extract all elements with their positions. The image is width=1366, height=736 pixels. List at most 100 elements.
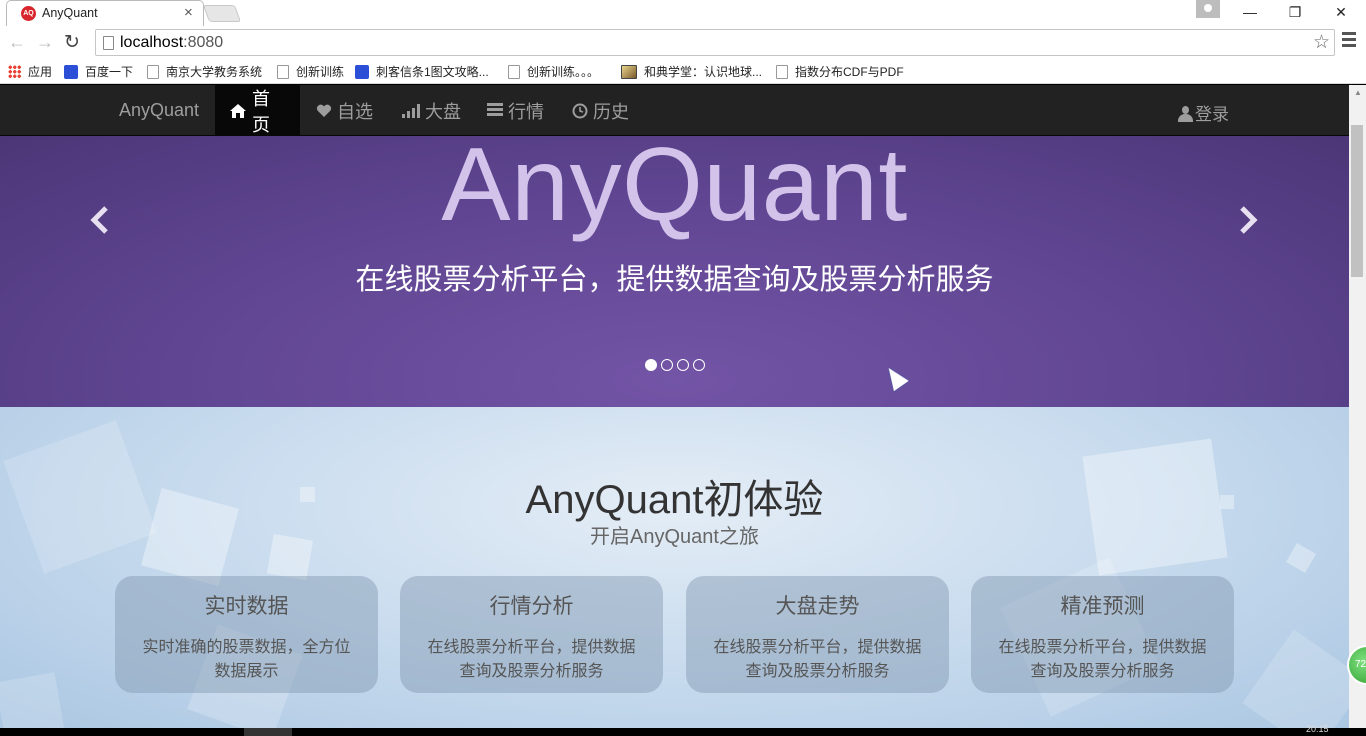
feature-card-market-trend[interactable]: 大盘走势 在线股票分析平台，提供数据查询及股票分析服务 — [686, 576, 949, 693]
bookmark-innovation-2[interactable]: 创新训练。。。 — [508, 63, 599, 80]
hero-carousel: AnyQuant 在线股票分析平台，提供数据查询及股票分析服务 — [0, 136, 1349, 407]
bookmark-label: 百度一下 — [85, 65, 134, 79]
card-body: 在线股票分析平台，提供数据查询及股票分析服务 — [713, 639, 922, 680]
browser-tab[interactable]: AQ AnyQuant × — [6, 0, 204, 26]
carousel-next-icon[interactable] — [1238, 200, 1260, 245]
decorative-square — [0, 672, 65, 728]
feature-card-analysis[interactable]: 行情分析 在线股票分析平台，提供数据查询及股票分析服务 — [400, 576, 663, 693]
page-scrollbar[interactable]: ▲ — [1349, 85, 1366, 728]
browser-toolbar: ← → ↻ localhost:8080 ☆ — [0, 26, 1366, 59]
bookmark-label: 应用 — [28, 65, 53, 79]
page-viewport: AnyQuant 首页 自选 大盘 行情 历史 登录 AnyQuant 在线股票… — [0, 85, 1349, 728]
bookmark-label: 指数分布CDF与PDF — [795, 65, 904, 79]
home-icon — [229, 103, 247, 119]
browser-titlebar: AQ AnyQuant × — ❐ ✕ — [0, 0, 1366, 26]
hero-subtitle: 在线股票分析平台，提供数据查询及股票分析服务 — [355, 264, 994, 296]
page-icon — [508, 64, 520, 79]
bookmark-exp-dist[interactable]: 指数分布CDF与PDF — [776, 63, 904, 80]
bookmark-innovation[interactable]: 创新训练 — [277, 63, 344, 80]
taskbar-item[interactable] — [244, 728, 292, 736]
bookmark-apps[interactable]: 应用 — [8, 63, 52, 80]
scroll-up-icon[interactable]: ▲ — [1354, 88, 1362, 97]
card-title: 大盘走势 — [775, 595, 860, 618]
url-host: localhost — [120, 34, 184, 51]
new-tab-button[interactable] — [202, 5, 242, 22]
carousel-dot[interactable] — [693, 359, 705, 371]
page-icon — [776, 64, 788, 79]
section-title: AnyQuant初体验 — [525, 478, 824, 522]
nav-item-market[interactable]: 大盘 — [388, 85, 475, 136]
bookmark-baidu[interactable]: 百度一下 — [64, 63, 133, 80]
close-window-button[interactable]: ✕ — [1318, 2, 1364, 22]
feature-card-prediction[interactable]: 精准预测 在线股票分析平台，提供数据查询及股票分析服务 — [971, 576, 1234, 693]
user-icon — [1178, 106, 1193, 122]
heart-icon — [316, 104, 332, 118]
scrollbar-thumb[interactable] — [1351, 125, 1363, 277]
carousel-dot[interactable] — [661, 359, 673, 371]
page-icon — [147, 64, 159, 79]
nav-item-label: 自选 — [337, 101, 373, 122]
paw-icon — [64, 64, 78, 79]
nav-item-label: 首页 — [252, 88, 270, 135]
bookmark-nju-jw[interactable]: 南京大学教务系统 — [147, 63, 262, 80]
card-title: 行情分析 — [489, 595, 574, 618]
nav-item-home[interactable]: 首页 — [215, 85, 300, 136]
restore-button[interactable]: ❐ — [1272, 2, 1318, 22]
url-port: :8080 — [183, 34, 224, 51]
clock-icon — [572, 103, 588, 119]
tab-title: AnyQuant — [42, 6, 98, 20]
navbar-brand[interactable]: AnyQuant — [119, 100, 199, 121]
bookmark-assassin[interactable]: 刺客信条1图文攻略... — [355, 63, 489, 80]
nav-item-quotes[interactable]: 行情 — [473, 85, 558, 136]
bookmark-label: 创新训练 — [296, 65, 345, 79]
login-label: 登录 — [1195, 105, 1229, 124]
nav-item-label: 大盘 — [425, 101, 461, 122]
list-icon — [487, 103, 503, 118]
bookmark-label: 创新训练。。。 — [527, 65, 600, 79]
login-link[interactable]: 登录 — [1178, 100, 1229, 125]
hero-title: AnyQuant — [441, 136, 908, 243]
nav-item-label: 历史 — [593, 101, 629, 122]
bookmark-star-icon[interactable]: ☆ — [1313, 31, 1330, 54]
carousel-dot[interactable] — [645, 359, 657, 371]
card-title: 精准预测 — [1060, 595, 1145, 618]
forward-arrow-icon[interactable]: → — [36, 32, 54, 53]
site-navbar: AnyQuant 首页 自选 大盘 行情 历史 登录 — [0, 85, 1349, 136]
feature-card-realtime[interactable]: 实时数据 实时准确的股票数据，全方位数据展示 — [115, 576, 378, 693]
nav-item-label: 行情 — [508, 101, 544, 122]
minimize-button[interactable]: — — [1227, 2, 1273, 22]
tab-close-icon[interactable]: × — [184, 4, 193, 21]
card-title: 实时数据 — [204, 595, 289, 618]
taskbar-clock: 20:15 — [1306, 724, 1329, 734]
nav-item-watchlist[interactable]: 自选 — [302, 85, 387, 136]
carousel-dot[interactable] — [677, 359, 689, 371]
carousel-indicators — [645, 359, 705, 371]
apps-icon — [8, 65, 21, 78]
bookmark-label: 和典学堂：认识地球... — [644, 65, 763, 79]
browser-menu-icon[interactable] — [1342, 32, 1356, 50]
page-icon — [277, 64, 289, 79]
signal-bars-icon — [402, 103, 420, 118]
decorative-square — [1242, 629, 1349, 728]
card-body: 在线股票分析平台，提供数据查询及股票分析服务 — [427, 639, 636, 680]
nav-item-history[interactable]: 历史 — [558, 85, 643, 136]
bookmark-label: 南京大学教务系统 — [166, 65, 263, 79]
carousel-prev-icon[interactable] — [88, 200, 110, 245]
url-text[interactable]: localhost:8080 — [120, 34, 223, 52]
page-icon — [103, 36, 114, 50]
paw-icon — [355, 64, 369, 79]
section-subtitle: 开启AnyQuant之旅 — [590, 526, 759, 548]
back-arrow-icon[interactable]: ← — [8, 32, 26, 53]
bookmark-label: 刺客信条1图文攻略... — [376, 65, 489, 79]
features-section: AnyQuant初体验 开启AnyQuant之旅 实时数据 实时准确的股票数据，… — [0, 407, 1349, 728]
tab-favicon-icon: AQ — [21, 6, 36, 21]
image-icon — [621, 64, 637, 79]
card-body: 实时准确的股票数据，全方位数据展示 — [142, 639, 351, 680]
address-bar[interactable]: localhost:8080 ☆ — [95, 29, 1335, 56]
bookmarks-bar: 应用 百度一下 南京大学教务系统 创新训练 刺客信条1图文攻略... 创新训练。… — [0, 59, 1366, 84]
bookmark-earth[interactable]: 和典学堂：认识地球... — [621, 63, 762, 80]
user-profile-icon[interactable] — [1196, 0, 1220, 18]
card-body: 在线股票分析平台，提供数据查询及股票分析服务 — [998, 639, 1207, 680]
reload-icon[interactable]: ↻ — [64, 31, 80, 54]
os-taskbar: 20:15 — [0, 724, 1366, 736]
